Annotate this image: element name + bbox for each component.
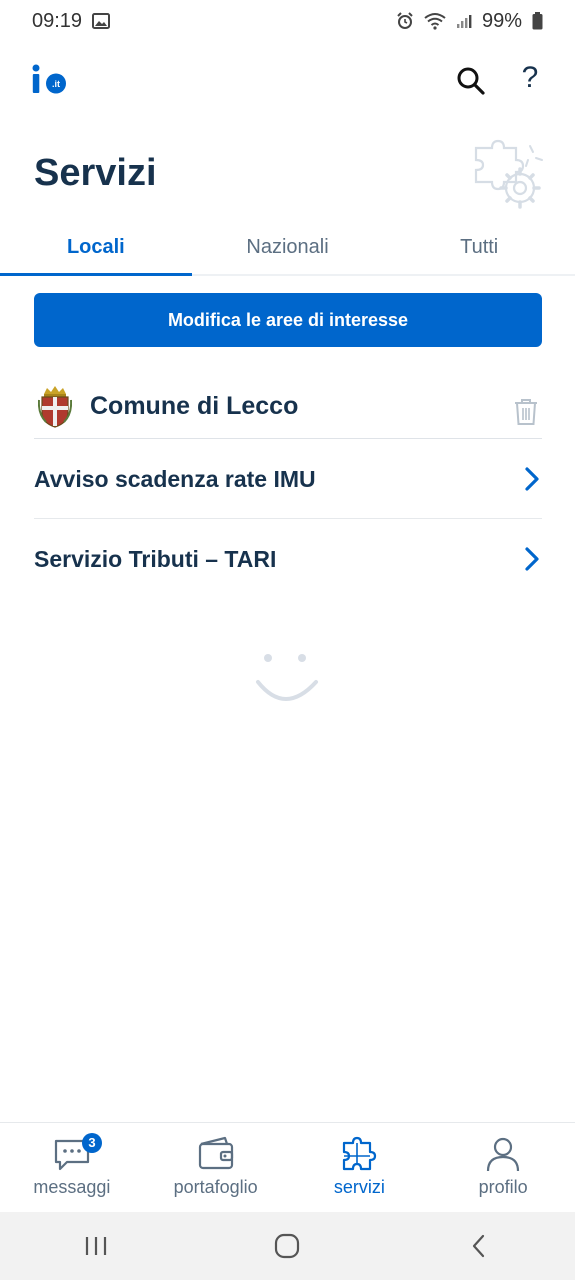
chevron-right-icon [525, 547, 539, 571]
tab-locali[interactable]: Locali [0, 222, 192, 276]
bottom-navigation: 3 messaggi portafoglio servizi profilo [0, 1122, 575, 1213]
organization-name: Comune di Lecco [90, 392, 299, 420]
app-header: .it ? [0, 52, 575, 112]
nav-portafoglio[interactable]: portafoglio [144, 1123, 288, 1213]
wifi-icon [424, 13, 446, 30]
io-logo-icon[interactable]: .it [32, 64, 72, 96]
service-label: Servizio Tributi – TARI [34, 545, 277, 572]
tab-nazionali[interactable]: Nazionali [192, 222, 384, 274]
nav-label: messaggi [33, 1177, 111, 1197]
nav-profilo[interactable]: profilo [431, 1123, 575, 1213]
recent-apps-icon [85, 1237, 106, 1255]
tab-tutti[interactable]: Tutti [383, 222, 575, 274]
trash-icon[interactable] [514, 398, 538, 426]
svg-text:.it: .it [52, 79, 60, 89]
back-icon [473, 1234, 485, 1258]
status-time: 09:19 [32, 9, 83, 32]
alarm-icon [397, 12, 413, 29]
home-button[interactable] [267, 1226, 307, 1266]
profile-icon [487, 1137, 520, 1172]
wallet-icon [198, 1136, 233, 1170]
page-title: Servizi [34, 152, 157, 194]
service-label: Avviso scadenza rate IMU [34, 465, 316, 492]
nav-label: servizi [333, 1177, 385, 1197]
system-navigation-bar [0, 1212, 575, 1280]
nav-label: portafoglio [173, 1177, 258, 1197]
battery-percent: 99% [481, 9, 522, 32]
nav-label: profilo [478, 1177, 528, 1197]
image-icon [92, 13, 111, 29]
help-button[interactable]: ? [515, 60, 545, 96]
list-item[interactable]: Servizio Tributi – TARI [34, 520, 542, 598]
nav-messaggi[interactable]: 3 messaggi [0, 1123, 144, 1213]
nav-servizi[interactable]: servizi [288, 1123, 432, 1213]
list-item[interactable]: Avviso scadenza rate IMU [34, 440, 542, 519]
organization-header: Comune di Lecco [34, 380, 542, 439]
unread-badge: 3 [82, 1133, 102, 1153]
tab-bar: Locali Nazionali Tutti [0, 222, 575, 276]
recent-apps-button[interactable] [76, 1226, 116, 1266]
coat-of-arms-icon [38, 386, 72, 428]
signal-icon [456, 15, 472, 28]
search-icon[interactable] [456, 66, 486, 96]
home-icon [275, 1233, 300, 1259]
back-button[interactable] [459, 1226, 499, 1266]
battery-icon [532, 12, 543, 30]
status-right: 99% [396, 10, 543, 33]
smile-loading-icon [256, 654, 318, 701]
services-puzzle-icon [343, 1136, 377, 1171]
puzzle-gear-icon [474, 139, 543, 209]
status-bar: 09:19 99% [0, 0, 575, 42]
status-left: 09:19 [32, 9, 111, 33]
chevron-right-icon [525, 467, 539, 491]
edit-areas-button[interactable]: Modifica le aree di interesse [34, 293, 542, 347]
